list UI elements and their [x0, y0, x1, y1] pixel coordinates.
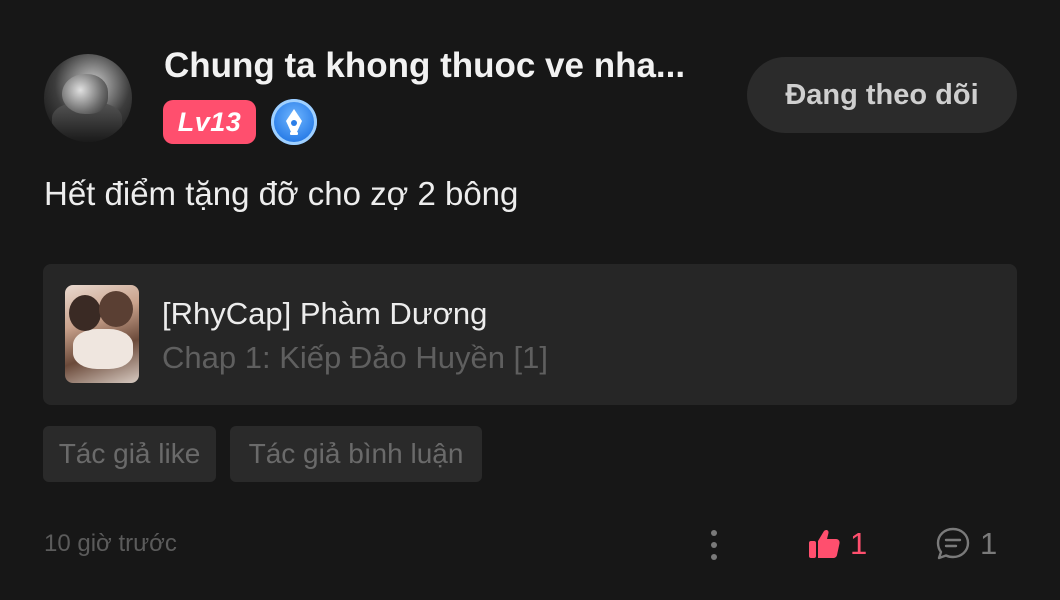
comment-count: 1: [980, 526, 998, 561]
story-cover-image: [65, 285, 139, 383]
thumbs-up-icon: [809, 529, 840, 558]
story-card[interactable]: [RhyCap] Phàm Dương Chap 1: Kiếp Đảo Huy…: [43, 264, 1017, 405]
comment-icon: [936, 527, 970, 560]
pen-nib-icon: [271, 99, 317, 145]
story-title: [RhyCap] Phàm Dương: [162, 296, 488, 331]
comment-button[interactable]: 1: [935, 524, 997, 564]
tag-author-comment: Tác giả bình luận: [230, 426, 482, 482]
story-chapter: Chap 1: Kiếp Đảo Huyền [1]: [162, 340, 549, 375]
level-badge: Lv13: [163, 100, 256, 144]
more-options-icon[interactable]: [704, 528, 724, 562]
like-button[interactable]: 1: [807, 524, 867, 564]
tag-author-like: Tác giả like: [43, 426, 216, 482]
post-text: Hết điểm tặng đỡ cho zợ 2 bông: [44, 175, 519, 212]
author-name[interactable]: Chung ta khong thuoc ve nha...: [164, 46, 685, 86]
user-avatar[interactable]: [44, 54, 132, 142]
post-timestamp: 10 giờ trước: [44, 530, 177, 557]
following-button[interactable]: Đang theo dõi: [747, 57, 1017, 133]
like-count: 1: [850, 526, 868, 561]
